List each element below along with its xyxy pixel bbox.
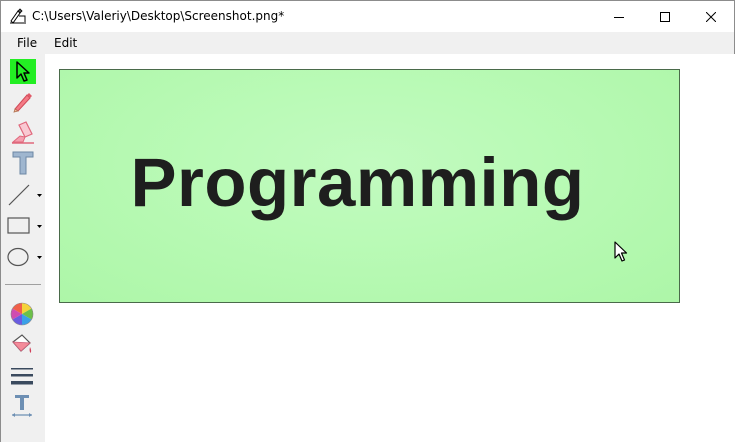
screenshot-image[interactable]: Programming [59, 69, 680, 303]
title-bar[interactable]: C:\Users\Valeriy\Desktop\Screenshot.png* [1, 1, 734, 32]
highlighter-tool-button[interactable] [7, 118, 37, 146]
maximize-button[interactable] [642, 1, 688, 32]
tool-panel [1, 54, 45, 442]
rectangle-dropdown-icon[interactable] [37, 225, 42, 229]
image-text: Programming [130, 144, 585, 221]
line-width-icon [11, 368, 33, 385]
drawing-canvas[interactable]: Programming [45, 54, 735, 442]
window-title: C:\Users\Valeriy\Desktop\Screenshot.png* [32, 9, 285, 23]
text-tool-button[interactable] [7, 149, 37, 177]
text-t-icon [12, 151, 34, 175]
line-width-button[interactable] [7, 362, 37, 390]
ellipse-dropdown-icon[interactable] [37, 256, 42, 260]
pencil-icon [13, 93, 32, 113]
line-icon [8, 184, 30, 206]
ellipse-icon [7, 247, 29, 267]
paint-bucket-icon [12, 334, 32, 353]
font-size-button[interactable] [7, 392, 37, 420]
line-dropdown-icon[interactable] [37, 194, 42, 198]
rectangle-tool-button[interactable] [7, 212, 37, 240]
mouse-cursor-icon [614, 241, 628, 262]
fill-tool-button[interactable] [7, 331, 37, 359]
maximize-icon [660, 11, 670, 22]
color-picker-button[interactable] [7, 300, 37, 328]
line-tool-button[interactable] [7, 181, 37, 209]
highlighter-icon [11, 121, 34, 144]
minimize-button[interactable] [596, 1, 642, 32]
pencil-tool-button[interactable] [7, 88, 37, 116]
app-window: C:\Users\Valeriy\Desktop\Screenshot.png*… [0, 0, 735, 442]
text-size-icon [12, 395, 32, 417]
menu-bar: File Edit [1, 32, 734, 54]
ellipse-tool-button[interactable] [7, 243, 37, 271]
minimize-icon [614, 16, 624, 18]
menu-edit[interactable]: Edit [54, 36, 77, 50]
color-wheel-icon [10, 302, 34, 326]
arrow-cursor-icon [16, 60, 30, 82]
toolbar-separator [5, 284, 41, 285]
close-button[interactable] [688, 1, 734, 32]
menu-file[interactable]: File [17, 36, 37, 50]
select-tool-button[interactable] [10, 59, 36, 84]
app-icon [10, 8, 26, 24]
close-icon [706, 11, 716, 22]
rectangle-icon [7, 217, 30, 234]
